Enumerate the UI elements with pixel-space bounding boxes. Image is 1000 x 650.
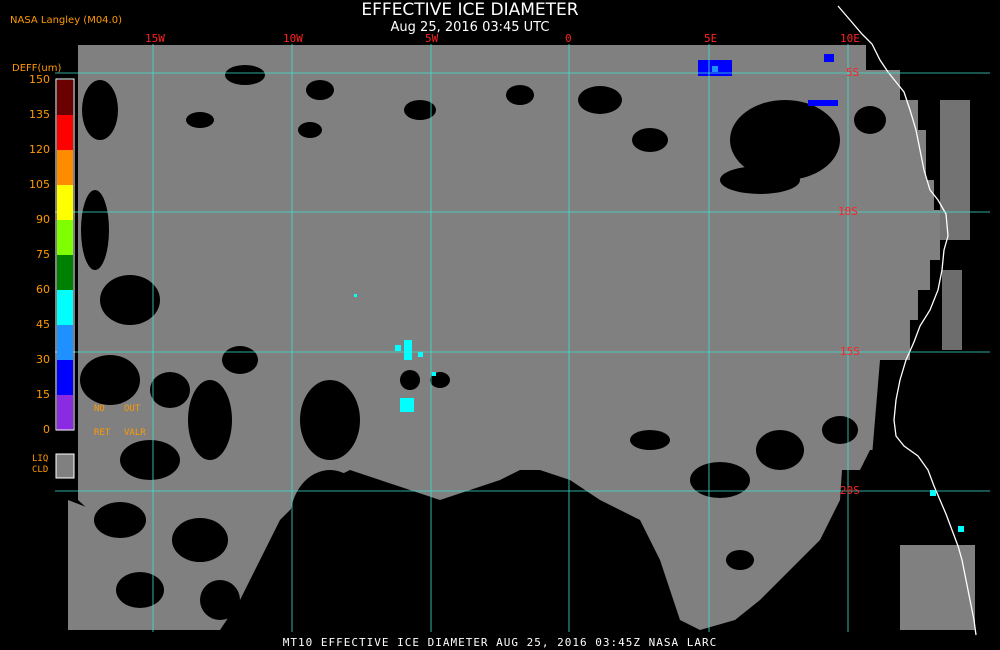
legend-tick-label: 30	[36, 353, 50, 366]
lon-label-10w: 10W	[283, 32, 303, 45]
legend-tick-label: 120	[29, 143, 50, 156]
legend-color-segment	[57, 220, 73, 256]
satellite-map	[0, 0, 1000, 650]
liq-label: LIQ	[32, 454, 49, 464]
legend-color-segment	[57, 185, 73, 221]
no-ret-label-2: OUT	[124, 404, 141, 414]
lat-label-5s: 5S	[846, 66, 860, 79]
lon-label-5w: 5W	[425, 32, 439, 45]
no-ret-label-1: NO	[94, 404, 105, 414]
footer-caption: MT10 EFFECTIVE ICE DIAMETER AUG 25, 2016…	[282, 636, 718, 649]
legend-tick-label: 135	[29, 108, 50, 121]
legend-color-segment	[57, 150, 73, 186]
legend-tick-label: 150	[29, 73, 50, 86]
legend-color-segment	[57, 360, 73, 396]
lat-label-20s: 20S	[840, 484, 860, 497]
map-subtitle: Aug 25, 2016 03:45 UTC	[390, 20, 550, 35]
legend-color-segment	[57, 395, 73, 431]
no-ret-label-3: RET	[94, 428, 111, 438]
legend-color-segment	[57, 290, 73, 326]
legend-color-segment	[57, 115, 73, 151]
lon-label-15w: 15W	[145, 32, 165, 45]
gray-strip-right	[900, 545, 975, 630]
legend-color-segment	[57, 80, 73, 116]
legend-tick-label: 105	[29, 178, 50, 191]
lat-label-15s: 15S	[840, 345, 860, 358]
legend-tick-label: 90	[36, 213, 50, 226]
producer-label: NASA Langley (M04.0)	[10, 15, 122, 26]
legend-tick-label: 0	[43, 423, 50, 436]
lon-label-5e: 5E	[704, 32, 718, 45]
legend-tick-label: 15	[36, 388, 50, 401]
map-title: EFFECTIVE ICE DIAMETER	[361, 0, 579, 20]
no-ret-label-4: VALR	[124, 428, 146, 438]
legend-tick-label: 60	[36, 283, 50, 296]
legend-color-segment	[57, 325, 73, 361]
cld-label: CLD	[32, 465, 49, 475]
legend-tick-label: 45	[36, 318, 50, 331]
lat-label-10s: 10S	[838, 205, 858, 218]
legend-color-segment	[57, 255, 73, 291]
liq-cld-swatch	[55, 453, 75, 479]
legend-colorbar	[57, 80, 73, 431]
lon-label-0: 0	[565, 32, 572, 45]
lon-label-10e: 10E	[840, 32, 860, 45]
legend-tick-label: 75	[36, 248, 50, 261]
